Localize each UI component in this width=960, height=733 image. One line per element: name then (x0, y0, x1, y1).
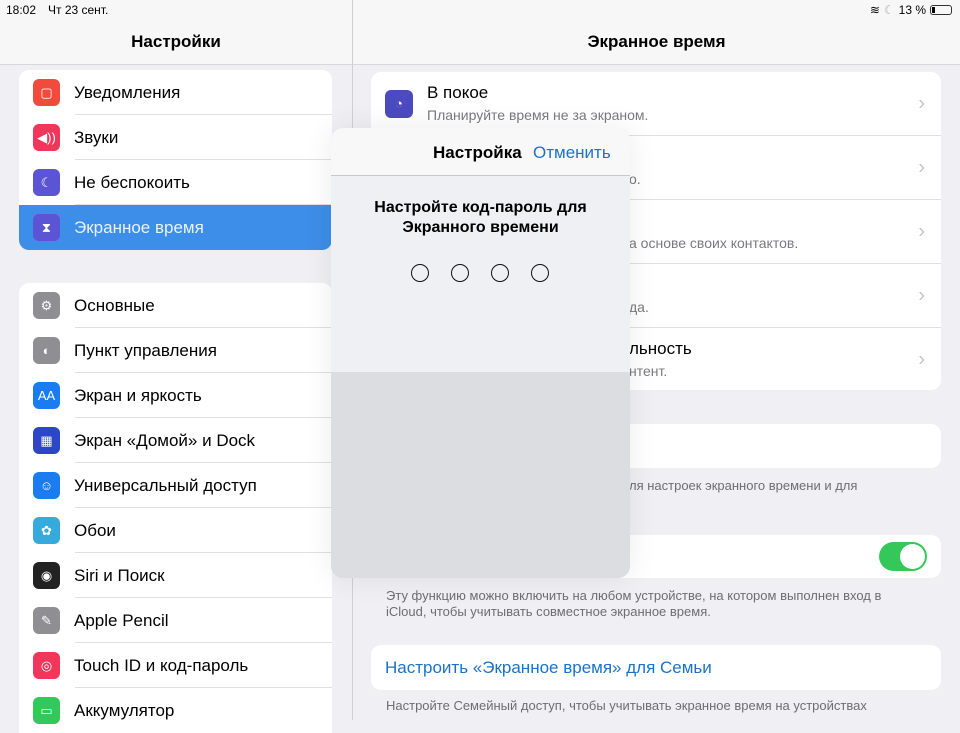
row-subtitle: нтент. (629, 363, 668, 379)
sidebar-title: Настройки (0, 20, 352, 65)
passcode-digit-dot (531, 264, 549, 282)
sidebar-item-label: Не беспокоить (74, 172, 190, 192)
hourglass-icon: ⧗ (33, 214, 60, 241)
fingerprint-icon: ◎ (33, 652, 60, 679)
sidebar-item-label: Экран и яркость (74, 385, 202, 405)
downtime-title: В покое (427, 83, 489, 102)
chevron-right-icon: › (918, 348, 925, 371)
row-subtitle: да. (629, 299, 649, 315)
downtime-row[interactable]: ◔ В покое Планируйте время не за экраном… (371, 72, 941, 136)
chevron-right-icon: › (918, 156, 925, 178)
moon-icon: ☾ (33, 169, 60, 196)
passcode-digit-dot (451, 264, 469, 282)
status-date: Чт 23 сент. (48, 3, 109, 17)
passcode-prompt-line1: Настройте код-пароль для (374, 199, 587, 216)
sidebar-item-label: Siri и Поиск (74, 565, 165, 585)
accessibility-icon: ☺ (33, 472, 60, 499)
sidebar-item[interactable]: ◀)) Звуки (19, 115, 332, 160)
passcode-modal: Настройка Отменить Настройте код-пароль … (331, 128, 630, 578)
row-title: льность (629, 339, 692, 358)
share-toggle[interactable] (879, 542, 927, 571)
moon-icon: ☾ (883, 3, 895, 17)
sidebar-item-label: Apple Pencil (74, 610, 169, 630)
pencil-icon: ✎ (33, 607, 60, 634)
family-link[interactable]: Настроить «Экранное время» для Семьи (385, 658, 712, 678)
row-subtitle: о. (629, 171, 641, 187)
sidebar-item[interactable]: ◉ Siri и Поиск (19, 553, 332, 598)
notifications-icon: ▢ (33, 79, 60, 106)
passcode-digit-dot (411, 264, 429, 282)
sidebar-item[interactable]: AA Экран и яркость (19, 373, 332, 418)
row-subtitle: а основе своих контактов. (629, 235, 799, 251)
wifi-icon: ≋ (869, 3, 880, 17)
family-row[interactable]: Настроить «Экранное время» для Семьи (371, 645, 941, 690)
sidebar-item[interactable]: ✎ Apple Pencil (19, 598, 332, 643)
sidebar-item-label: Экран «Домой» и Dock (74, 430, 256, 450)
sidebar-item-label: Пункт управления (74, 340, 217, 360)
page-title: Экранное время (353, 20, 960, 65)
sidebar-item[interactable]: ▦ Экран «Домой» и Dock (19, 418, 332, 463)
sidebar-item-label: Аккумулятор (74, 700, 175, 720)
downtime-subtitle: Планируйте время не за экраном. (427, 107, 649, 123)
status-bar: 18:02 Чт 23 сент. ≋ ☾ 13 % (0, 0, 960, 20)
status-time: 18:02 (6, 3, 37, 17)
sounds-icon: ◀)) (33, 124, 60, 151)
sidebar-item[interactable]: ⚙ Основные (19, 283, 332, 328)
sidebar-item[interactable]: ◎ Touch ID и код-пароль (19, 643, 332, 688)
passcode-prompt-line2: Экранного времени (402, 219, 559, 236)
chevron-right-icon: › (918, 92, 925, 114)
footer-family: Настройте Семейный доступ, чтобы учитыва… (386, 698, 867, 713)
footer-passcode: ля настроек экранного времени и для (629, 478, 858, 493)
switches-icon: ◐ (33, 337, 60, 364)
display-icon: AA (33, 382, 60, 409)
downtime-icon: ◔ (385, 90, 413, 118)
wallpaper-icon: ✿ (33, 517, 60, 544)
sidebar-group-2: ⚙ Основные ◐ Пункт управления AA Экран и ярко… (19, 283, 332, 733)
sidebar-item[interactable]: ☺ Универсальный доступ (19, 463, 332, 508)
sidebar-item-label: Обои (74, 520, 116, 540)
footer-share: Эту функцию можно включить на любом устр… (386, 588, 882, 619)
passcode-digit-dot (491, 264, 509, 282)
sidebar-item[interactable]: ▭ Аккумулятор (19, 688, 332, 733)
home-grid-icon: ▦ (33, 427, 60, 454)
sidebar-item[interactable]: ⧗ Экранное время (19, 205, 332, 250)
siri-icon: ◉ (33, 562, 60, 589)
sidebar-item-label: Уведомления (74, 82, 181, 102)
sidebar-item[interactable]: ▢ Уведомления (19, 70, 332, 115)
sidebar-item-label: Экранное время (74, 217, 204, 237)
chevron-right-icon: › (918, 220, 925, 242)
sidebar-item[interactable]: ◐ Пункт управления (19, 328, 332, 373)
cancel-button[interactable]: Отменить (533, 143, 611, 163)
chevron-right-icon: › (918, 284, 925, 306)
gear-icon: ⚙ (33, 292, 60, 319)
modal-title: Настройка (433, 143, 522, 162)
sidebar-item-label: Touch ID и код-пароль (74, 655, 249, 675)
sidebar-item-label: Универсальный доступ (74, 475, 257, 495)
battery-percent: 13 % (898, 3, 926, 17)
sidebar-item-label: Основные (74, 295, 155, 315)
sidebar-item-label: Звуки (74, 127, 119, 147)
sidebar-item[interactable]: ✿ Обои (19, 508, 332, 553)
sidebar-item[interactable]: ☾ Не беспокоить (19, 160, 332, 205)
battery-icon (930, 5, 952, 15)
sidebar-group-1: ▢ Уведомления ◀)) Звуки ☾ Не беспокоить ⧗ Экран… (19, 70, 332, 250)
